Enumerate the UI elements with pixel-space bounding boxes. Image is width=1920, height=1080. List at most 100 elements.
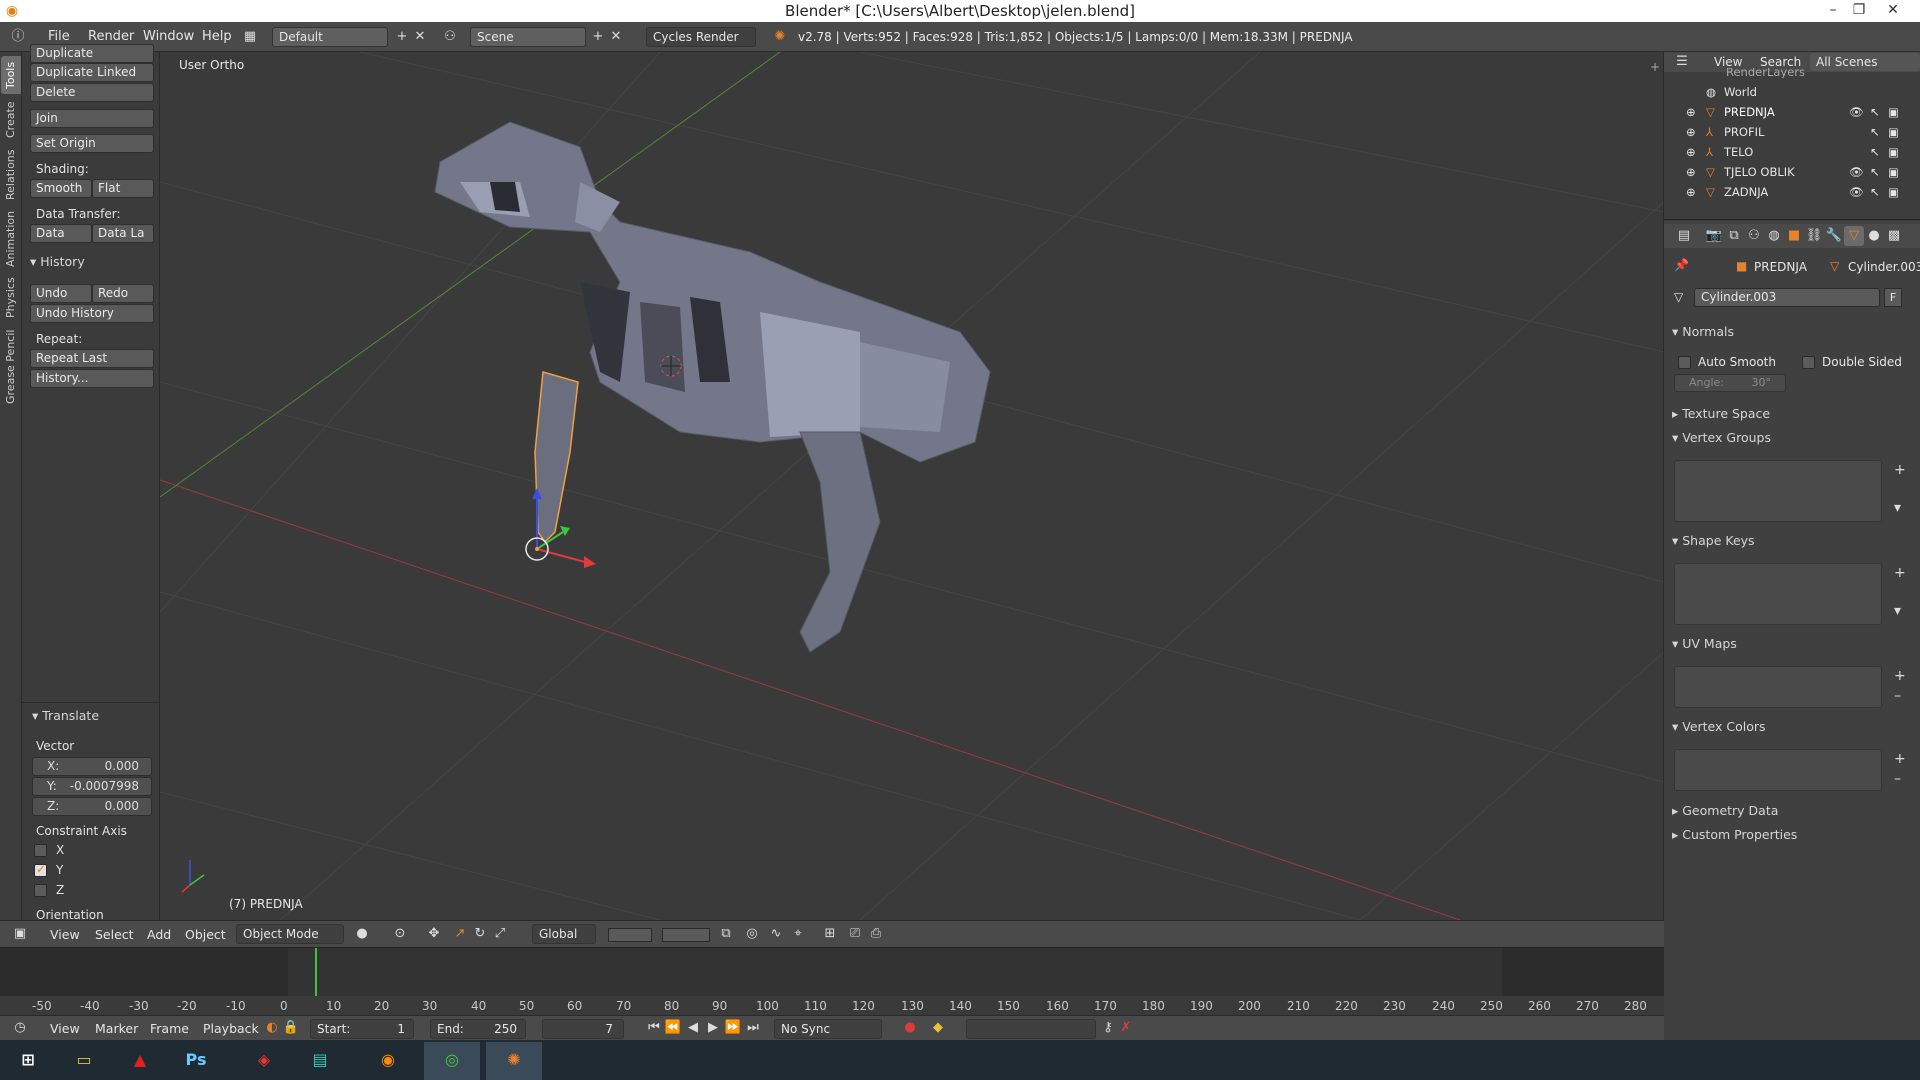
menu-file[interactable]: File [48,29,70,44]
outliner-row-prednja[interactable]: ⊕ ▽ PREDNJA 👁 ↖ ▣ [1664,102,1920,122]
select-arrow-icon[interactable]: ↖ [1870,162,1880,182]
render-engine-select[interactable]: Cycles Render [646,27,756,47]
jump-end-icon[interactable]: ⏭ [743,1018,763,1038]
tab-physics[interactable]: Physics [1,274,21,322]
set-origin-button[interactable]: Set Origin [30,134,154,153]
outliner-row-zadnja[interactable]: ⊕ ▽ ZADNJA 👁 ↖ ▣ [1664,182,1920,202]
shape-keys-list[interactable] [1674,563,1882,625]
constraint-y-checkbox[interactable] [34,862,47,877]
add-uv-map-icon[interactable]: + [1894,668,1906,684]
scene-icon[interactable]: ⚇ [440,27,460,47]
snap-icon[interactable]: ⌖ [788,924,808,944]
end-frame-field[interactable]: End: 250 [430,1019,526,1039]
delete-keyframe-icon[interactable]: ✗ [1116,1018,1136,1038]
layers-block-1[interactable] [608,928,652,942]
photoshop-icon[interactable]: Ps [168,1042,224,1080]
menu-object[interactable]: Object [185,927,226,942]
outliner-row-world[interactable]: ◍ World [1664,82,1920,102]
lock-icon[interactable]: 🔒 [281,1018,301,1038]
blender-icon[interactable]: ✺ [486,1042,542,1080]
texture-tab-icon[interactable]: ▩ [1884,226,1904,246]
n-panel-toggle-icon[interactable]: + [1650,60,1660,74]
add-shape-key-icon[interactable]: + [1894,565,1906,581]
camera-render-icon[interactable]: ⎙ [866,924,886,944]
vector-z-field[interactable]: Z: 0.000 [32,797,152,816]
outliner-row-profil[interactable]: ⊕ ⅄ PROFIL ↖ ▣ [1664,122,1920,142]
vertex-groups-list[interactable] [1674,460,1882,522]
layers-block-2[interactable] [662,928,710,942]
outliner-row-tjelo-oblik[interactable]: ⊕ ▽ TJELO OBLIK 👁 ↖ ▣ [1664,162,1920,182]
object-crumb[interactable]: PREDNJA [1754,260,1807,274]
scene-tab-icon[interactable]: ⚇ [1744,226,1764,246]
scale-icon[interactable]: ⤢ [490,924,510,944]
shading-mode-icon[interactable]: ● [352,924,372,944]
properties-editor-icon[interactable]: ▤ [1674,226,1694,246]
timeline-menu-view[interactable]: View [50,1021,80,1036]
duplicate-button[interactable]: Duplicate [30,44,154,63]
rotate-icon[interactable]: ↻ [470,924,490,944]
editor-type-icon[interactable]: ▣ [10,924,30,944]
pin-icon[interactable]: 📌 [1674,258,1689,272]
restore-icon[interactable]: ❐ [1846,0,1872,22]
modifiers-tab-icon[interactable]: 🔧 [1824,226,1844,246]
texture-space-panel-header[interactable]: ▸ Texture Space [1672,406,1770,421]
3d-viewport[interactable]: User Ortho (7) PREDNJA + [160,52,1664,920]
layout-field[interactable]: Default [272,27,388,47]
vertex-group-menu-icon[interactable]: ▾ [1894,500,1901,516]
pivot-icon[interactable]: ⊙ [390,924,410,944]
vertex-colors-panel-header[interactable]: ▾ Vertex Colors [1672,719,1766,734]
sketchup-icon[interactable]: ◈ [236,1042,292,1080]
keying-set-icon[interactable]: ◆ [928,1018,948,1038]
menu-render[interactable]: Render [88,29,134,44]
minimize-icon[interactable]: – [1820,0,1846,22]
current-frame-field[interactable]: 7 [542,1019,624,1039]
render-camera-icon[interactable]: ▣ [1888,182,1899,202]
constraint-z-checkbox[interactable] [34,884,47,897]
outliner-menu-view[interactable]: View [1714,55,1742,69]
select-arrow-icon[interactable]: ↖ [1870,182,1880,202]
expand-icon[interactable]: ⊕ [1686,162,1696,182]
acrobat-icon[interactable]: ▲ [112,1042,168,1080]
timeline-menu-marker[interactable]: Marker [95,1021,138,1036]
proportional-edit-icon[interactable]: ◎ [742,924,762,944]
repeat-last-button[interactable]: Repeat Last [30,349,154,368]
play-icon[interactable]: ▶ [703,1018,723,1038]
render-camera-icon[interactable]: ▣ [1888,102,1899,122]
auto-smooth-checkbox[interactable] [1678,356,1691,369]
mesh-crumb[interactable]: Cylinder.003 [1848,260,1920,274]
vertex-colors-list[interactable] [1674,749,1882,791]
geometry-data-panel-header[interactable]: ▸ Geometry Data [1672,803,1778,818]
data-tab-icon[interactable]: ▽ [1844,226,1864,246]
translate-panel-header[interactable]: ▾ Translate [32,708,99,723]
add-vertex-group-icon[interactable]: + [1894,462,1906,478]
info-editor-icon[interactable]: ⓘ [8,27,28,47]
menu-help[interactable]: Help [202,29,232,44]
play-reverse-icon[interactable]: ◀ [683,1018,703,1038]
visibility-eye-icon[interactable]: 👁 [1849,102,1864,122]
material-tab-icon[interactable]: ● [1864,226,1884,246]
shape-keys-panel-header[interactable]: ▾ Shape Keys [1672,533,1755,548]
add-vertex-color-icon[interactable]: + [1894,751,1906,767]
remove-vertex-color-icon[interactable]: – [1894,771,1901,787]
duplicate-linked-button[interactable]: Duplicate Linked [30,63,154,82]
remove-scene-icon[interactable]: ✕ [606,27,626,47]
normals-panel-header[interactable]: ▾ Normals [1672,324,1734,339]
menu-view[interactable]: View [50,927,80,942]
chrome-icon[interactable]: ◎ [424,1042,480,1080]
proportional-falloff-icon[interactable]: ∿ [766,924,786,944]
fake-user-button[interactable]: F [1884,288,1902,307]
render-tab-icon[interactable]: 📷 [1704,226,1724,246]
timeline[interactable]: -50 -40 -30 -20 -10 0 10 20 30 40 50 60 … [0,947,1664,1025]
outliner-row-telo[interactable]: ⊕ ⅄ TELO ↖ ▣ [1664,142,1920,162]
constraint-x-checkbox[interactable] [34,844,47,857]
outliner-row-renderlayers[interactable]: RenderLayers [1664,68,1920,78]
mesh-name-field[interactable]: Cylinder.003 [1694,288,1880,307]
insert-keyframe-icon[interactable]: ⚷ [1098,1018,1118,1038]
render-camera-icon[interactable]: ▣ [1888,122,1899,142]
keying-set-field[interactable] [966,1019,1096,1039]
layout-grid-icon[interactable]: ▦ [240,27,260,47]
data-button[interactable]: Data [30,224,92,243]
snap-element-icon[interactable]: ⊞ [820,924,840,944]
remove-layout-icon[interactable]: ✕ [410,27,430,47]
outliner-menu-search[interactable]: Search [1760,55,1801,69]
